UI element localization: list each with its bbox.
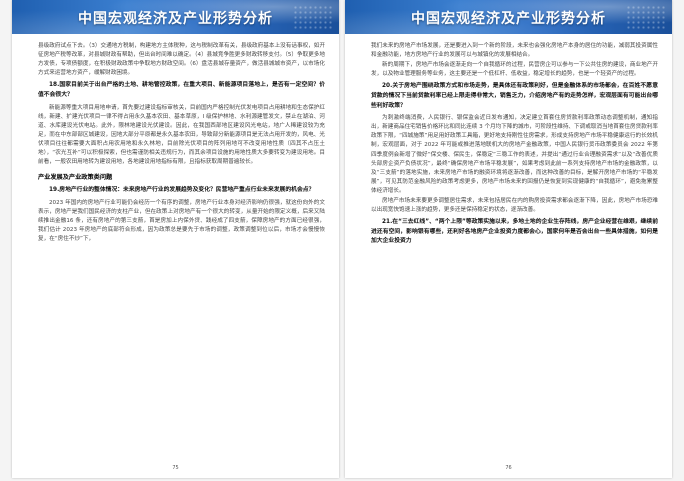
page-content: 我们未来的房地产市场发展，还是要进入到一个新的阶段，未来也会强化房地产本身的居住… [371, 42, 658, 454]
banner-title: 中国宏观经济及产业形势分析 [78, 11, 273, 27]
question-heading: 19.房地产行业的整体情况：未来房地产行业的发展趋势及变化？民营地产重点行业未来… [49, 187, 315, 194]
section-heading: 产业发展及产业政策类问题 [38, 174, 113, 182]
question-heading: 20.关于房地产围绕政策方式和市场走势，是具体还有政策利好，但是金融体系的市场都… [371, 83, 658, 109]
question-heading: 18.国家目前关于出台严格的土地、耕地管控政策，在重大项目、新能源项目落地上，是… [38, 82, 325, 98]
body-paragraph: 2023 年国内的房地产行业可能仍会经历一个有序的调整，房地产行业本身对经济影响… [38, 199, 325, 243]
page-number: 76 [505, 465, 512, 471]
body-paragraph: 新的周期下，房地产市场会逐渐走向一个自我循环的过程，民营房企可以参与一下公共住房… [371, 62, 658, 78]
document-page-left: 中国宏观经济及产业形势分析 县级政府试点下去。（3）交通地方税制，构建地方主体税… [12, 0, 339, 478]
body-paragraph: 我们未来的房地产市场发展，还是要进入到一个新的阶段，未来也会强化房地产本身的居住… [371, 43, 658, 59]
question-heading: 21.在“三去红线”、“两个上限”等政策实施以来，多地土地的企业生存阵线，房产企… [371, 219, 658, 245]
document-page-right: 中国宏观经济及产业形势分析 我们未来的房地产市场发展，还是要进入到一个新的阶段，… [345, 0, 672, 478]
page-number: 75 [172, 465, 179, 471]
page-content: 县级政府试点下去。（3）交通地方税制，构建地方主体税种，这与税制改革有关，县级政… [38, 42, 325, 454]
body-paragraph: 为刺激终端消费，人民银行、银保监会近日发布通知，决定建立首套住房贷款利率政策动态… [371, 115, 658, 194]
body-paragraph: 县级政府试点下去。（3）交通地方税制，构建地方主体税种，这与税制改革有关，县级政… [38, 43, 325, 77]
page-header-banner: 中国宏观经济及产业形势分析 [12, 0, 339, 34]
body-paragraph: 新能源等重大项目用地申请，首先要过建设指标审核关，目前国内严格控制光伏发电项目占… [38, 104, 325, 166]
banner-title: 中国宏观经济及产业形势分析 [411, 11, 606, 27]
body-paragraph: 房地产市场未来要更多调整居住需求，未来包括居民在内的购房投资需求都会逐渐下降，因… [371, 198, 658, 214]
page-header-banner: 中国宏观经济及产业形势分析 [345, 0, 672, 34]
